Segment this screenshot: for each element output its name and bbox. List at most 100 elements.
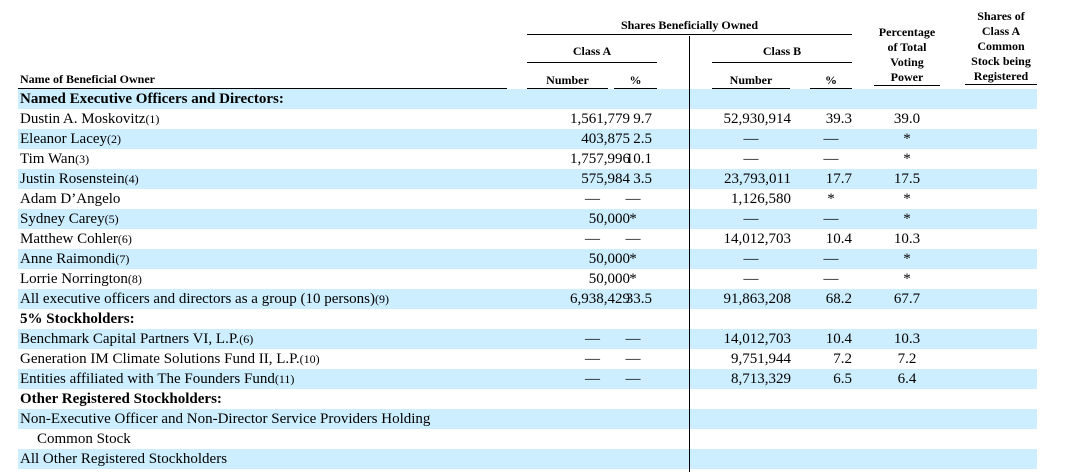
- voting-power-line: Power: [890, 70, 924, 84]
- footnote-ref: (10): [299, 352, 320, 366]
- footnote-ref: (11): [274, 372, 295, 386]
- owner-name: Common Stock: [37, 429, 131, 449]
- owner-name: All Other Registered Stockholders: [20, 449, 227, 469]
- owner-name: Generation IM Climate Solutions Fund II,…: [20, 349, 320, 369]
- footnote-ref: (1): [145, 112, 160, 126]
- owner-name: Lorrie Norrington(8): [20, 269, 142, 289]
- class-a-percent: *: [629, 271, 637, 287]
- registered-shares-header: Shares of Class A Common Stock being Reg…: [965, 9, 1037, 85]
- voting-power-value: *: [903, 211, 911, 227]
- owner-name: All executive officers and directors as …: [20, 289, 389, 309]
- owner-name-text: All executive officers and directors as …: [20, 291, 376, 307]
- owner-name-text: Lorrie Norrington: [20, 271, 128, 287]
- owner-name-text: Justin Rosenstein: [20, 171, 125, 187]
- class-b-number: 9,751,944: [731, 351, 791, 367]
- class-b-percent: 10.4: [825, 331, 852, 347]
- owner-name: Adam D’Angelo: [20, 189, 120, 209]
- class-b-number: 14,012,703: [723, 231, 792, 247]
- voting-power-value: 39.0: [893, 111, 921, 127]
- owner-name: Matthew Cohler(6): [20, 229, 132, 249]
- class-b-number: 91,863,208: [723, 291, 792, 307]
- owner-name-text: Sydney Carey: [20, 211, 105, 227]
- class-a-percent: *: [629, 251, 637, 267]
- class-b-percent: 17.7: [825, 171, 852, 187]
- class-b-percent: 68.2: [825, 291, 852, 307]
- registered-line: Registered: [973, 69, 1029, 83]
- class-b-number: 1,126,580: [731, 191, 791, 207]
- footnote-ref: (6): [117, 232, 132, 246]
- class-b-number: —: [743, 151, 759, 167]
- section-heading: Named Executive Officers and Directors:: [20, 89, 284, 109]
- owner-name: Non-Executive Officer and Non-Director S…: [20, 409, 430, 429]
- class-b-percent: 10.4: [825, 231, 852, 247]
- owner-name: Benchmark Capital Partners VI, L.P.(6): [20, 329, 253, 349]
- class-b-rule: [712, 62, 852, 63]
- class-a-percent: 2.5: [633, 131, 652, 147]
- footnote-ref: (2): [107, 132, 122, 146]
- owner-name: Justin Rosenstein(4): [20, 169, 139, 189]
- voting-power-line: of Total: [887, 40, 927, 54]
- owner-name-text: Named Executive Officers and Directors:: [20, 91, 284, 107]
- class-b-number: 23,793,011: [724, 171, 791, 187]
- owner-name-text: Adam D’Angelo: [20, 191, 121, 207]
- owner-name: Anne Raimondi(7): [20, 249, 129, 269]
- footnote-ref: (6): [239, 332, 254, 346]
- class-b-number: 52,930,914: [723, 111, 792, 127]
- voting-power-value: *: [903, 151, 911, 167]
- voting-power-line: Percentage: [878, 25, 936, 39]
- owner-name: Entities affiliated with The Founders Fu…: [20, 369, 294, 389]
- voting-power-value: *: [903, 271, 911, 287]
- voting-power-value: 67.7: [893, 291, 921, 307]
- registered-line: Common: [977, 39, 1025, 53]
- voting-power-header: Percentage of Total Voting Power: [874, 25, 940, 86]
- class-b-number: —: [743, 271, 759, 287]
- footnote-ref: (9): [375, 292, 390, 306]
- owner-name: Dustin A. Moskovitz(1): [20, 109, 159, 129]
- voting-power-value: 6.4: [897, 371, 917, 387]
- voting-power-value: *: [903, 191, 911, 207]
- class-a-percent: —: [625, 351, 641, 367]
- class-a-percent: —: [625, 331, 641, 347]
- class-a-percent: 33.5: [625, 291, 652, 307]
- shares-owned-rule: [527, 34, 852, 35]
- owner-name: Sydney Carey(5): [20, 209, 119, 229]
- footnote-ref: (7): [115, 252, 130, 266]
- voting-power-line: Voting: [890, 55, 924, 69]
- class-a-header: Class A: [572, 44, 612, 58]
- section-heading: 5% Stockholders:: [20, 309, 135, 329]
- owner-name-text: Anne Raimondi: [20, 251, 116, 267]
- class-b-percent: —: [823, 251, 839, 267]
- class-b-percent-header: %: [810, 73, 852, 89]
- class-a-percent: 3.5: [633, 171, 652, 187]
- footnote-ref: (8): [127, 272, 142, 286]
- class-b-header: Class B: [762, 44, 802, 58]
- owner-name-text: All Other Registered Stockholders: [20, 451, 228, 467]
- class-b-number: 14,012,703: [723, 331, 792, 347]
- vertical-divider: [689, 36, 690, 472]
- class-a-percent: 9.7: [633, 111, 652, 127]
- owner-name-text: Common Stock: [37, 431, 131, 447]
- owner-name-text: Matthew Cohler: [20, 231, 118, 247]
- class-b-number-header: Number: [712, 73, 790, 89]
- class-b-percent: *: [827, 191, 835, 207]
- footnote-ref: (5): [104, 212, 119, 226]
- class-b-number: —: [743, 131, 759, 147]
- class-a-percent: —: [625, 371, 641, 387]
- owner-name-text: Tim Wan: [20, 151, 76, 167]
- class-b-percent: —: [823, 151, 839, 167]
- voting-power-value: *: [903, 131, 911, 147]
- class-a-percent: 10.1: [625, 151, 652, 167]
- class-b-number: 8,713,329: [731, 371, 791, 387]
- section-heading: Other Registered Stockholders:: [20, 389, 222, 409]
- class-a-percent: *: [629, 211, 637, 227]
- owner-name: Eleanor Lacey(2): [20, 129, 121, 149]
- owner-name-text: Generation IM Climate Solutions Fund II,…: [20, 351, 300, 367]
- class-b-percent: —: [823, 271, 839, 287]
- class-b-percent: 39.3: [825, 111, 852, 127]
- class-b-percent: —: [823, 131, 839, 147]
- owner-name-text: Dustin A. Moskovitz: [20, 111, 146, 127]
- name-column-header: Name of Beneficial Owner: [20, 72, 155, 86]
- owner-name-text: 5% Stockholders:: [20, 311, 135, 327]
- owner-name-text: Other Registered Stockholders:: [20, 391, 222, 407]
- registered-line: Stock being: [971, 54, 1031, 68]
